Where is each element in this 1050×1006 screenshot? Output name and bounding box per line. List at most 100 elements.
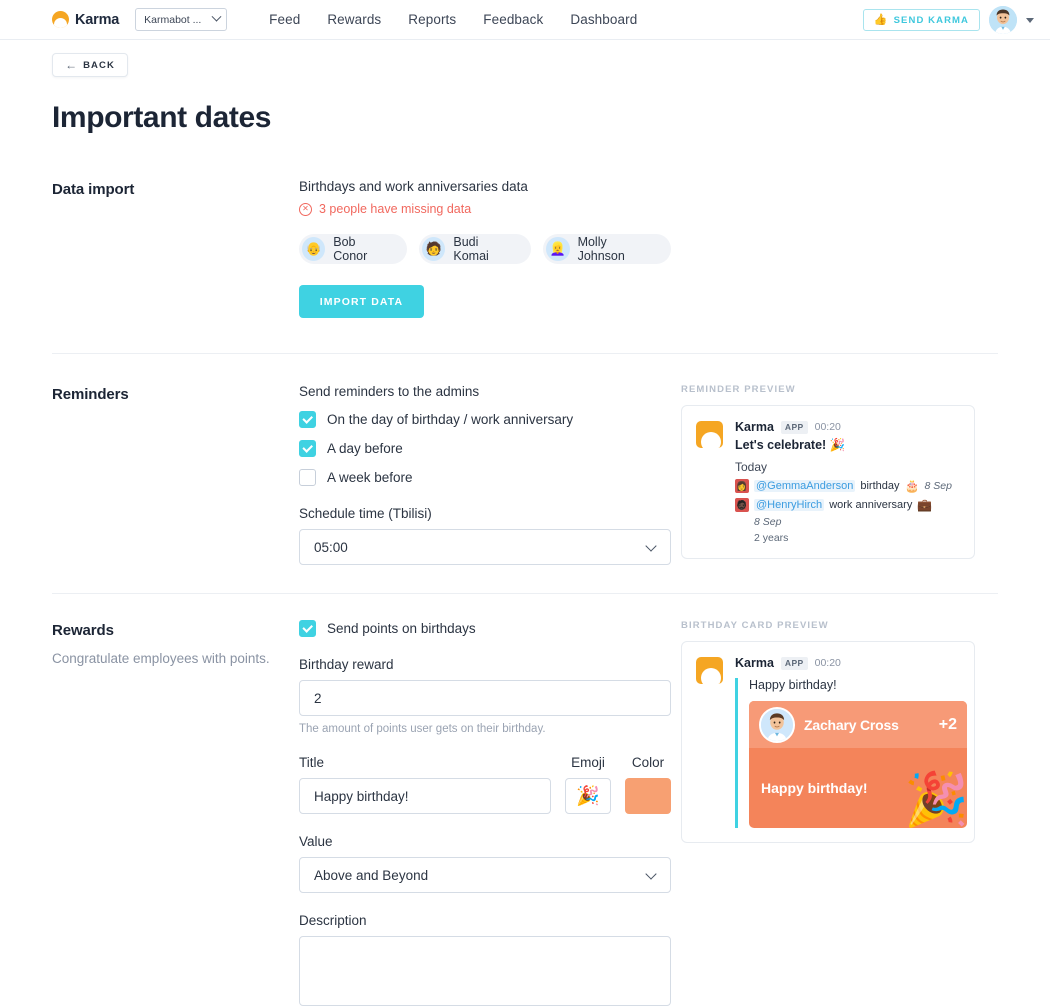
user-menu-caret-icon[interactable] <box>1026 17 1034 23</box>
emoji-label: Emoji <box>571 755 605 770</box>
person-name: Bob Conor <box>333 235 368 263</box>
import-data-button[interactable]: IMPORT DATA <box>299 285 424 318</box>
value-select[interactable]: Above and Beyond <box>299 857 671 893</box>
color-swatch-button[interactable] <box>625 778 671 814</box>
data-import-heading: Data import <box>52 181 135 198</box>
reminder-headline: Let's celebrate! 🎉 <box>735 438 846 452</box>
color-field-group: Color <box>625 755 671 814</box>
event-type: work anniversary <box>829 499 913 511</box>
checkbox-a-week-before-label: A week before <box>327 470 413 485</box>
page-title: Important dates <box>52 101 272 134</box>
section-reminders: Reminders Send reminders to the admins O… <box>52 384 998 565</box>
birthday-card-preview-col: BIRTHDAY CARD PREVIEW Karma APP 00:20 Ha… <box>671 620 998 1006</box>
event-mention[interactable]: @GemmaAnderson <box>754 480 856 492</box>
nav-link-dashboard[interactable]: Dashboard <box>570 12 637 27</box>
message-time: 00:20 <box>814 421 841 433</box>
person-name: Budi Komai <box>453 235 489 263</box>
nav-link-feedback[interactable]: Feedback <box>483 12 543 27</box>
user-avatar[interactable] <box>989 6 1017 34</box>
title-input[interactable]: Happy birthday! <box>299 778 551 814</box>
back-button[interactable]: ← BACK <box>52 53 128 77</box>
nav-link-reports[interactable]: Reports <box>408 12 456 27</box>
nav-link-rewards[interactable]: Rewards <box>327 12 381 27</box>
chevron-down-icon <box>211 11 222 22</box>
reminder-option-row[interactable]: A day before <box>299 440 671 457</box>
missing-people-list: 👴 Bob Conor 🧑 Budi Komai 👱‍♀️ Molly John… <box>299 234 671 264</box>
color-label: Color <box>631 755 665 770</box>
avatar-face-icon <box>989 6 1017 34</box>
page-content: ← BACK Important dates Data import Birth… <box>0 53 1050 1006</box>
person-name: Molly Johnson <box>577 235 625 263</box>
person-chip[interactable]: 👱‍♀️ Molly Johnson <box>543 234 671 264</box>
checkbox-a-day-before-label: A day before <box>327 441 403 456</box>
checkbox-send-points[interactable] <box>299 620 316 637</box>
reminder-preview-title: REMINDER PREVIEW <box>681 384 796 395</box>
checkbox-a-day-before[interactable] <box>299 440 316 457</box>
karma-app-icon <box>696 421 723 448</box>
value-selected: Above and Beyond <box>314 867 429 883</box>
divider <box>52 593 998 594</box>
birthday-message-header: Karma APP 00:20 <box>735 656 967 670</box>
reminder-message-body: Karma APP 00:20 Let's celebrate! 🎉 Today… <box>735 420 958 544</box>
person-chip[interactable]: 🧑 Budi Komai <box>419 234 532 264</box>
recipient-avatar <box>759 706 795 743</box>
section-data-import: Data import Birthdays and work anniversa… <box>52 179 998 318</box>
cake-icon: 🎂 <box>904 479 920 493</box>
event-mention[interactable]: @HenryHirch <box>754 499 825 511</box>
nav-link-feed[interactable]: Feed <box>269 12 300 27</box>
data-import-body: Birthdays and work anniversaries data ✕ … <box>299 179 671 318</box>
brand-name: Karma <box>75 11 120 28</box>
app-name: Karma <box>735 420 774 434</box>
birthday-card-preview-title: BIRTHDAY CARD PREVIEW <box>681 620 829 631</box>
emoji-picker-button[interactable]: 🎉 <box>565 778 611 814</box>
event-extra-years: 2 years <box>754 532 789 544</box>
divider <box>52 353 998 354</box>
reminder-option-row[interactable]: On the day of birthday / work anniversar… <box>299 411 671 428</box>
reminders-heading: Reminders <box>52 386 129 403</box>
karma-logo-icon <box>52 11 69 28</box>
app-badge: APP <box>780 420 808 434</box>
birthday-reward-label: Birthday reward <box>299 657 394 672</box>
title-field-group: Title Happy birthday! <box>299 755 551 814</box>
person-chip[interactable]: 👴 Bob Conor <box>299 234 408 264</box>
reminder-event-row: 👩 @GemmaAnderson birthday 🎂 8 Sep <box>735 479 958 493</box>
thumbs-up-icon: 👍 <box>873 13 888 26</box>
checkbox-a-week-before[interactable] <box>299 469 316 486</box>
birthday-reward-input[interactable]: 2 <box>299 680 671 716</box>
reminder-preview-col: REMINDER PREVIEW Karma APP 00:20 Let's c… <box>671 384 998 565</box>
nav-right-cluster: 👍 SEND KARMA <box>862 0 1034 40</box>
send-points-row[interactable]: Send points on birthdays <box>299 620 671 637</box>
value-label: Value <box>299 834 333 849</box>
missing-data-warning: ✕ 3 people have missing data <box>299 202 671 216</box>
checkbox-on-the-day-label: On the day of birthday / work anniversar… <box>327 412 574 427</box>
send-karma-label: SEND KARMA <box>893 14 969 26</box>
reminder-message-header: Karma APP 00:20 <box>735 420 958 434</box>
birthday-message-body: Karma APP 00:20 Happy birthday! Zachary … <box>735 656 967 828</box>
app-badge: APP <box>780 656 808 670</box>
birthday-reward-hint: The amount of points user gets on their … <box>299 723 546 735</box>
chevron-down-icon <box>645 540 657 552</box>
error-circle-icon: ✕ <box>299 202 312 216</box>
data-import-heading-col: Data import <box>52 179 299 318</box>
schedule-time-label: Schedule time (Tbilisi) <box>299 506 432 521</box>
schedule-time-select[interactable]: 05:00 <box>299 529 671 565</box>
person-avatar-icon: 👴 <box>302 237 326 261</box>
missing-data-warning-text: 3 people have missing data <box>319 202 472 216</box>
birthday-card: Zachary Cross +2 Happy birthday! 🎉 <box>749 701 967 828</box>
reminder-day-label: Today <box>735 460 768 474</box>
briefcase-icon: 💼 <box>917 498 933 512</box>
schedule-time-value: 05:00 <box>314 539 348 555</box>
workspace-selector[interactable]: Karmabot ... <box>135 8 228 31</box>
description-textarea[interactable] <box>299 936 671 1006</box>
send-karma-button[interactable]: 👍 SEND KARMA <box>862 9 980 31</box>
karma-app-icon <box>696 657 723 684</box>
message-time: 00:20 <box>814 657 841 669</box>
event-extra-date: 8 Sep <box>754 516 782 528</box>
app-name: Karma <box>735 656 774 670</box>
description-label: Description <box>299 913 367 928</box>
reminder-option-row[interactable]: A week before <box>299 469 671 486</box>
checkbox-on-the-day[interactable] <box>299 411 316 428</box>
brand-logo[interactable]: Karma <box>52 11 119 28</box>
title-label: Title <box>299 755 325 770</box>
checkbox-send-points-label: Send points on birthdays <box>327 621 476 636</box>
